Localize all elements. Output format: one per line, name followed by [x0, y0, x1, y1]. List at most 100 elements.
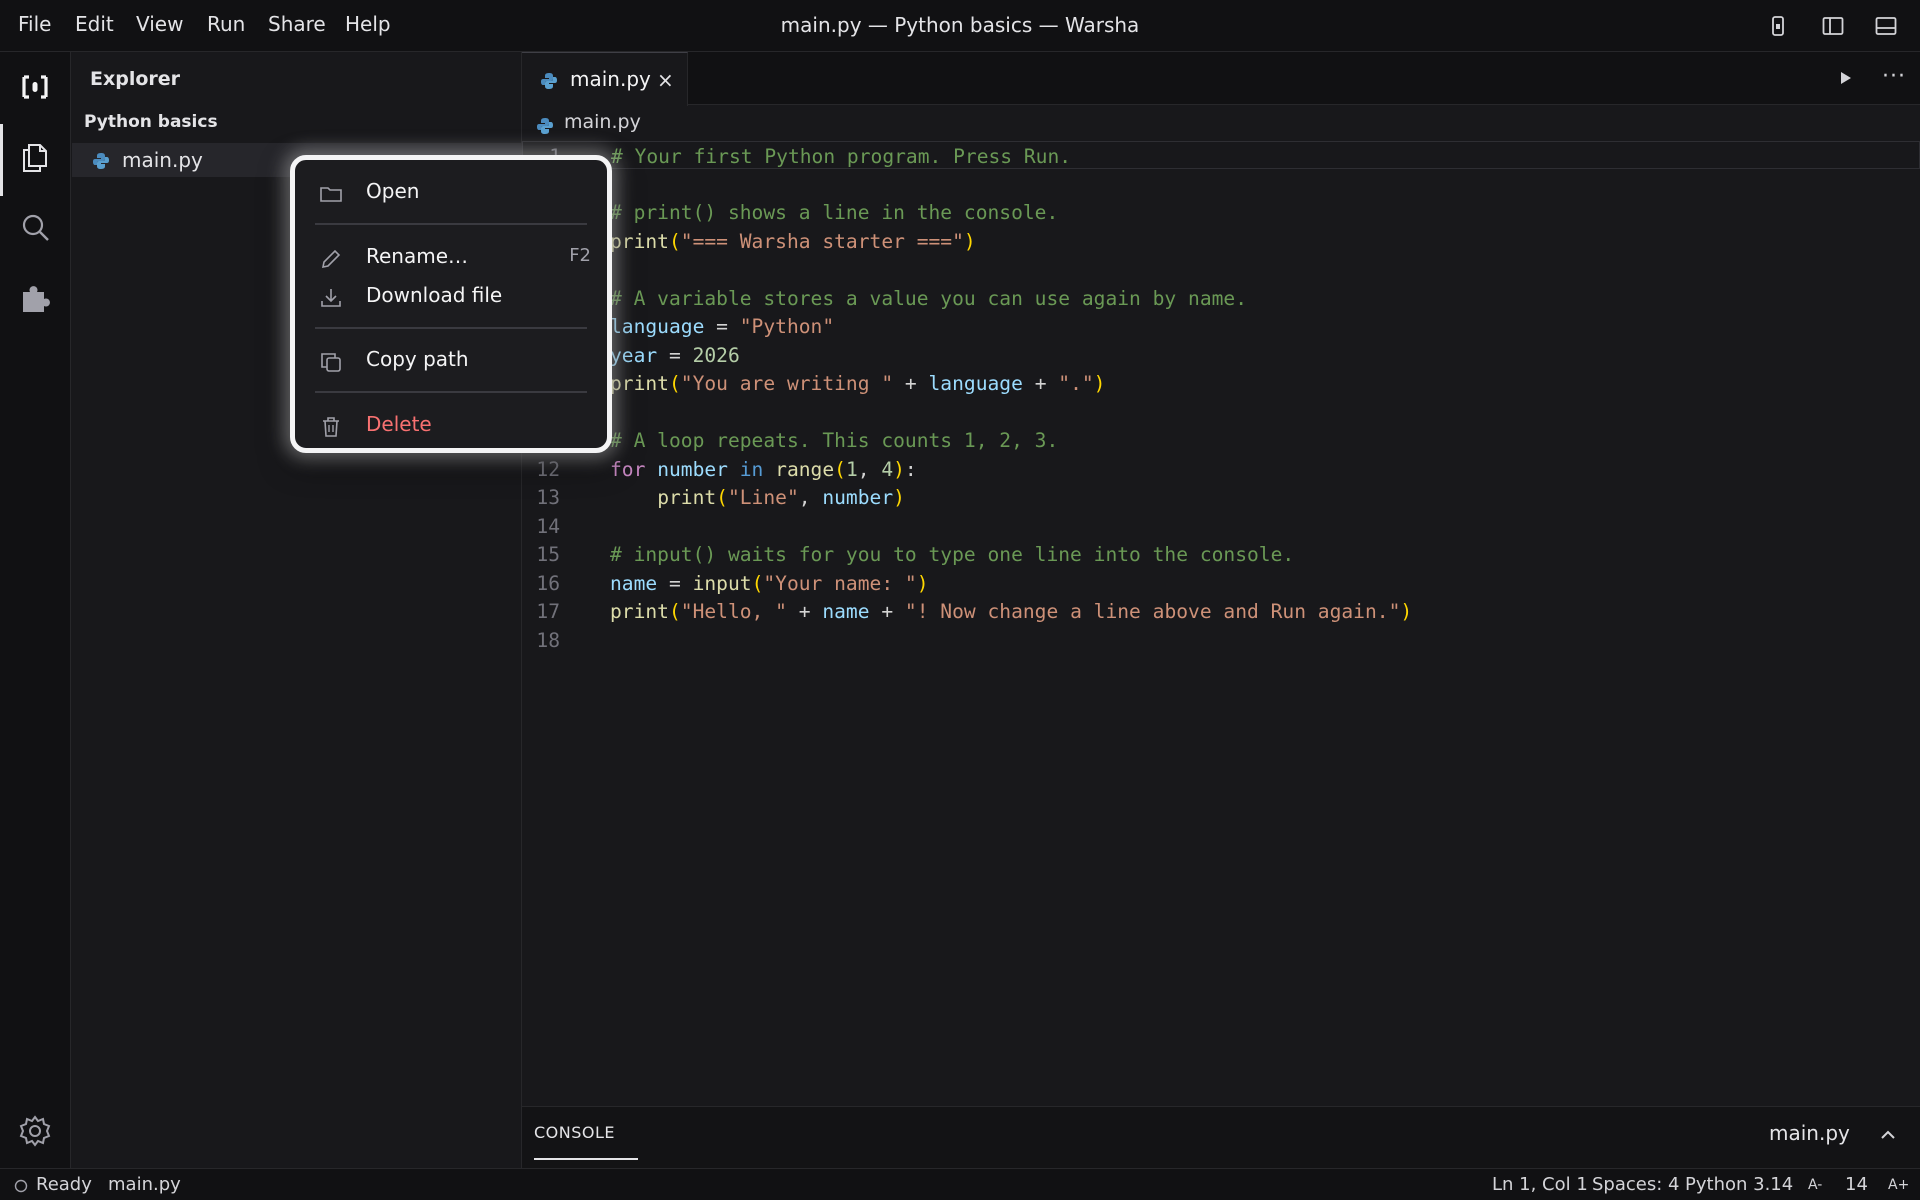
menu-bar: File Edit View Run Share Help main.py — … [0, 0, 1920, 52]
menu-edit[interactable]: Edit [75, 12, 114, 36]
code-line[interactable]: 17 print("Hello, " + name + "! Now change… [522, 597, 1920, 625]
code-line-text: year = 2026 [610, 343, 740, 367]
font-size-value: 14 [1845, 1174, 1868, 1195]
menu-run[interactable]: Run [207, 12, 245, 36]
status-bar: Ready main.py Ln 1, Col 1 Spaces: 4 Pyth… [0, 1168, 1920, 1200]
line-number: 17 [536, 600, 560, 623]
folder-icon [320, 187, 342, 202]
line-number: 14 [536, 514, 560, 538]
context-menu-delete-label: Delete [366, 412, 432, 436]
project-name[interactable]: Python basics [84, 112, 218, 132]
status-language[interactable]: Python 3.14 [1685, 1174, 1793, 1195]
code-line-text: print("Hello, " + name + "! Now change a… [610, 600, 1413, 623]
code-line[interactable]: 16 name = input("Your name: ") [522, 569, 1920, 597]
python-icon [541, 73, 557, 89]
rename-shortcut: F2 [569, 245, 591, 266]
context-menu-delete[interactable]: Delete [309, 407, 593, 445]
status-state: Ready [36, 1174, 92, 1195]
status-file: main.py [108, 1174, 181, 1195]
breadcrumb-file[interactable]: main.py [564, 111, 641, 133]
line-number: 18 [536, 628, 560, 652]
code-line-text: name = input("Your name: ") [610, 571, 929, 595]
more-actions-icon[interactable]: ··· [1882, 64, 1906, 89]
code-line-text: # A variable stores a value you can use … [610, 286, 1248, 310]
console-tab[interactable]: CONSOLE [534, 1123, 615, 1142]
console-panel: CONSOLE main.py [522, 1106, 1920, 1168]
tablet-device-icon[interactable] [1766, 14, 1790, 38]
console-file-label: main.py [1769, 1121, 1850, 1145]
file-context-menu: Open Rename… F2 Download file Copy path … [290, 155, 612, 453]
extensions-icon[interactable] [18, 281, 52, 315]
status-cursor-position[interactable]: Ln 1, Col 1 [1492, 1174, 1588, 1195]
context-menu-rename[interactable]: Rename… F2 [309, 239, 593, 277]
code-line[interactable] [522, 398, 1920, 426]
code-line[interactable]: 1# Your first Python program. Press Run. [522, 141, 1920, 170]
code-line[interactable]: # print() shows a line in the console. [522, 198, 1920, 226]
trash-icon [323, 417, 339, 437]
file-tree-item-label: main.py [122, 148, 203, 172]
editor-area: main.py × ··· main.py 1# Your first Pyth… [522, 52, 1920, 1106]
line-number: 13 [536, 486, 560, 509]
code-line[interactable]: print("You are writing " + language + ".… [522, 369, 1920, 397]
code-editor[interactable]: 1# Your first Python program. Press Run.… [522, 141, 1920, 741]
settings-gear-icon[interactable] [18, 1114, 52, 1148]
menu-view[interactable]: View [136, 12, 183, 36]
code-line[interactable]: 14 [522, 512, 1920, 540]
menu-help[interactable]: Help [345, 12, 391, 36]
context-menu-open-label: Open [366, 179, 420, 203]
menu-separator [315, 223, 587, 225]
code-line-text: # Your first Python program. Press Run. [611, 145, 1072, 168]
app-logo-icon [22, 75, 48, 99]
editor-tab-label: main.py [570, 67, 651, 91]
download-icon [321, 289, 341, 307]
code-line-text: # input() waits for you to type one line… [610, 543, 1295, 566]
code-line[interactable]: year = 2026 [522, 341, 1920, 369]
code-line[interactable]: 15 # input() waits for you to type one li… [522, 540, 1920, 568]
code-line[interactable]: 12 for number in range(1, 4): [522, 455, 1920, 483]
code-line[interactable]: # A loop repeats. This counts 1, 2, 3. [522, 426, 1920, 454]
font-increase-button[interactable]: A+ [1888, 1177, 1909, 1193]
line-number: 16 [536, 571, 560, 595]
code-line[interactable]: 18 [522, 626, 1920, 654]
code-line[interactable]: print("=== Warsha starter ===") [522, 227, 1920, 255]
code-line[interactable]: 13 print("Line", number) [522, 483, 1920, 511]
context-menu-open[interactable]: Open [309, 174, 593, 212]
status-indentation[interactable]: Spaces: 4 [1592, 1174, 1679, 1195]
code-line-text: for number in range(1, 4): [610, 457, 917, 481]
explorer-title: Explorer [90, 68, 181, 90]
toggle-sidebar-icon[interactable] [1821, 14, 1845, 38]
menu-share[interactable]: Share [268, 12, 326, 36]
search-icon[interactable] [18, 210, 52, 244]
context-menu-copy-path[interactable]: Copy path [309, 342, 593, 380]
files-icon[interactable] [18, 141, 52, 175]
code-line[interactable]: language = "Python" [522, 312, 1920, 340]
editor-tab-bar: main.py × ··· [522, 52, 1920, 106]
line-number: 12 [536, 457, 560, 481]
context-menu-download[interactable]: Download file [309, 278, 593, 316]
run-play-icon[interactable] [1838, 69, 1854, 87]
active-view-indicator [0, 124, 3, 196]
menu-file[interactable]: File [18, 12, 51, 36]
code-line[interactable] [522, 170, 1920, 198]
code-line-text: print("Line", number) [657, 486, 905, 509]
menu-separator [315, 327, 587, 329]
menu-separator [315, 391, 587, 393]
close-icon[interactable]: × [657, 68, 674, 92]
python-icon [93, 153, 109, 169]
code-line-text: language = "Python" [610, 315, 835, 338]
code-line-text: print("=== Warsha starter ===") [610, 229, 976, 253]
context-menu-download-label: Download file [366, 283, 503, 307]
line-number: 15 [536, 543, 560, 566]
code-line[interactable] [522, 255, 1920, 283]
activity-bar [0, 52, 71, 1168]
pencil-icon [321, 249, 341, 269]
code-line-text: # A loop repeats. This counts 1, 2, 3. [610, 429, 1059, 452]
font-decrease-button[interactable]: A- [1808, 1177, 1822, 1193]
console-tab-underline [534, 1158, 638, 1160]
code-line[interactable]: # A variable stores a value you can use … [522, 284, 1920, 312]
copy-icon [321, 353, 341, 372]
toggle-panel-icon[interactable] [1874, 14, 1898, 38]
context-menu-copy-path-label: Copy path [366, 347, 469, 371]
chevron-up-icon[interactable] [1878, 1125, 1898, 1145]
editor-tab-main-py[interactable]: main.py × [522, 52, 688, 106]
